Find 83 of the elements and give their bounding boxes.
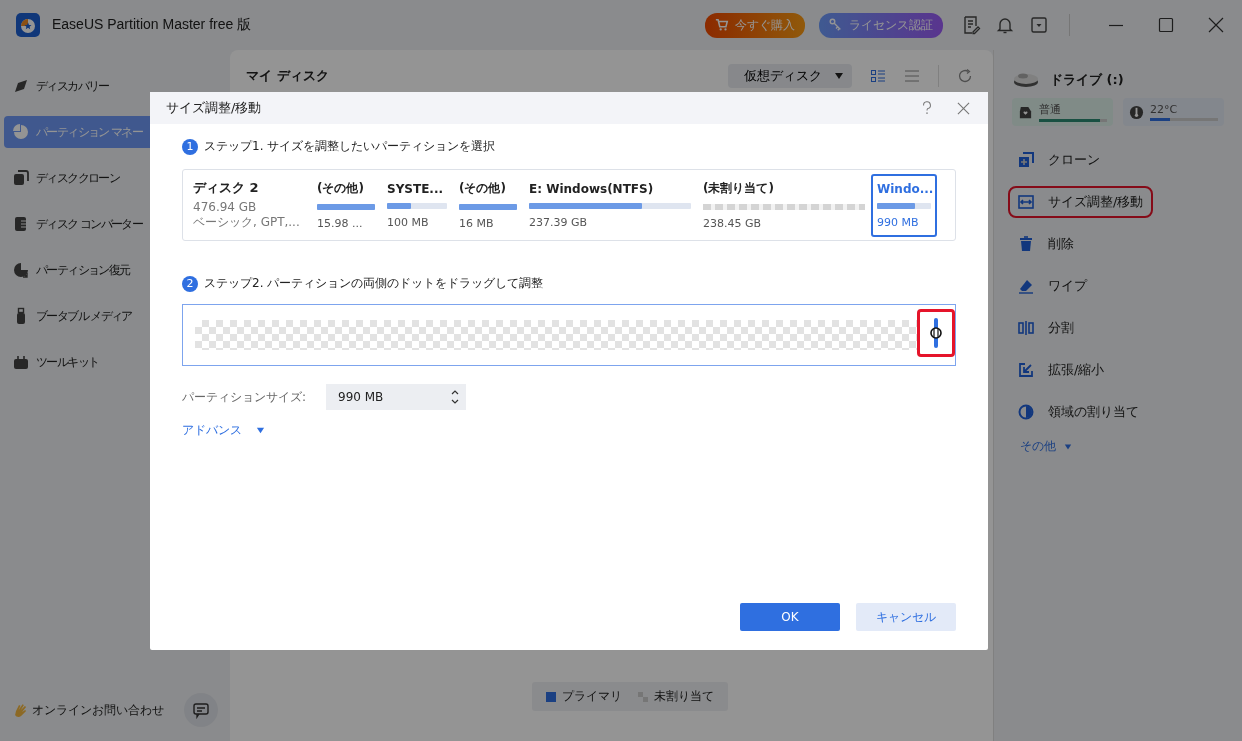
cart-icon [715,18,729,32]
dropdown-box-icon[interactable] [1029,15,1049,35]
drive-title: ドライブ (:) [1050,71,1124,89]
disk-status-icon [1018,104,1033,120]
action-item[interactable]: 拡張/縮小 [1008,354,1115,386]
disk-type: ベーシック, GPT,... [193,214,301,231]
legend-item: プライマリ [545,688,622,705]
partition-name: E: Windows(NTFS) [529,181,655,196]
action-item[interactable]: 領域の割り当て [1008,396,1149,428]
close-icon[interactable] [957,101,970,115]
refresh-icon[interactable] [957,68,973,84]
copy-icon [12,169,30,187]
advanced-toggle[interactable]: アドバンス [182,422,265,439]
toolbox-icon [12,353,30,371]
partition-size: 15.98 ... [317,217,364,230]
swatch-icon [545,691,556,702]
ok-button[interactable]: OK [740,603,840,631]
window-title: EaseUS Partition Master free 版 [52,16,252,34]
caret-icon [1064,442,1072,451]
notes-icon[interactable] [961,15,981,35]
section-title: マイ ディスク [246,67,329,85]
clone-icon [1018,152,1034,168]
contact-link[interactable]: オンラインお問い合わせ [12,701,164,719]
disk-size: 476.94 GB [193,200,258,214]
tile-label: 普通 [1039,102,1062,117]
action-item[interactable]: 分割 [1008,312,1084,344]
partition-size: 100 MB [387,215,430,229]
thermometer-icon [1129,104,1144,120]
step-number: 1 [182,138,198,155]
partition-name: (その他) [317,180,365,197]
action-item[interactable]: クローン [1008,144,1110,176]
partition-item[interactable]: (その他) 16 MB [459,176,517,234]
app-logo-icon [16,13,40,37]
trash-icon [1018,236,1034,252]
action-item[interactable]: 削除 [1008,228,1084,260]
expand-icon [1018,362,1034,378]
resize-handle[interactable] [917,309,955,357]
partition-size: 238.45 GB [703,217,763,230]
resize-icon [1018,194,1034,210]
partition-item[interactable]: SYSTE... 100 MB [387,177,447,233]
action-item[interactable]: ワイプ [1008,270,1097,302]
waving-hand-icon [12,702,28,718]
partition-size: 16 MB [459,217,495,230]
disk-name: ディスク 2 [193,179,260,197]
eraser-icon [1018,278,1034,294]
partition-name: (その他) [459,180,507,197]
partition-name: (未割り当て) [703,180,775,197]
partition-item[interactable]: E: Windows(NTFS) 237.39 GB [529,177,691,233]
sidebar-item[interactable]: ディスカバリー [4,70,230,102]
license-button[interactable]: ライセンス認証 [819,12,943,38]
partition-item[interactable]: (未割り当て) 238.45 GB [703,176,865,234]
grid-view-icon[interactable] [870,68,886,84]
more-link[interactable]: その他 [1020,438,1072,455]
partition-name: Windo... [877,181,931,196]
partition-size: 237.39 GB [529,215,589,229]
legend-item: 未割り当て [637,688,714,705]
virtual-disk-dropdown[interactable]: 仮想ディスク [728,64,852,88]
close-icon[interactable] [1206,15,1226,35]
help-icon[interactable] [921,100,933,116]
dialog-title: サイズ調整/移動 [166,99,262,117]
chat-button[interactable] [184,693,218,727]
action-item[interactable]: サイズ調整/移動 [1008,186,1154,218]
step-label: ステップ2. パーティションの両側のドットをドラッグして調整 [204,275,544,292]
caret-icon [834,71,844,81]
caret-icon [256,426,265,435]
field-label: パーティションサイズ: [182,388,308,406]
maximize-icon[interactable] [1156,15,1176,35]
partition-name: SYSTE... [387,181,445,196]
tile-label: 22°C [1150,103,1179,116]
step-number: 2 [182,275,198,292]
key-icon [829,18,843,32]
partition-item[interactable]: (その他) 15.98 ... [317,176,375,234]
partition-item[interactable]: Windo... 990 MB [871,173,937,237]
split-icon [1018,320,1034,336]
sidebar-item[interactable]: ブータブル メディア [4,300,230,332]
partition-size: 990 MB [877,215,920,229]
sidebar-item[interactable]: ツールキット [4,346,230,378]
chat-icon [192,701,210,719]
restore-icon [12,261,30,279]
cancel-button[interactable]: キャンセル [856,603,956,631]
bell-icon[interactable] [995,15,1015,35]
spinner-icon[interactable] [450,388,460,406]
size-input[interactable]: 990 MB [326,384,466,410]
